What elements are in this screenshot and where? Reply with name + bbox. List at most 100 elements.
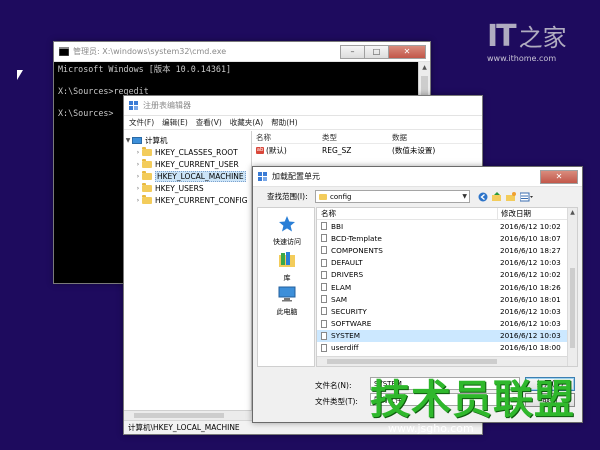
- expand-icon[interactable]: ›: [134, 185, 142, 192]
- file-date: 2016/6/12 10:02: [500, 270, 561, 280]
- back-icon[interactable]: [478, 192, 488, 202]
- file-name: BCD-Template: [331, 233, 382, 243]
- column-data[interactable]: 数据: [392, 132, 482, 143]
- close-button[interactable]: ✕: [540, 169, 578, 184]
- folder-icon: [319, 193, 327, 200]
- file-icon: [321, 319, 327, 328]
- dialog-title: 加载配置单元: [272, 172, 320, 181]
- maximize-button[interactable]: □: [364, 44, 388, 59]
- file-date: 2016/6/12 10:03: [500, 258, 561, 268]
- menu-help[interactable]: 帮助(H): [270, 117, 299, 128]
- dialog-titlebar[interactable]: 加载配置单元 ✕: [253, 167, 582, 187]
- file-row[interactable]: DRIVERS 2016/6/12 10:02: [317, 269, 577, 281]
- column-name[interactable]: 名称 ⌃: [317, 208, 497, 219]
- file-row[interactable]: DEFAULT 2016/6/12 10:03: [317, 257, 577, 269]
- watermark-logo-zh: 之家: [518, 24, 567, 52]
- tree-node-computer[interactable]: ▼ 计算机: [124, 134, 251, 146]
- expand-icon[interactable]: ›: [134, 197, 142, 204]
- folder-icon: [142, 158, 152, 168]
- file-date: 2016/6/12 10:03: [500, 319, 561, 329]
- file-row[interactable]: BBI 2016/6/12 10:02: [317, 220, 577, 232]
- minimize-button[interactable]: –: [340, 44, 364, 59]
- scroll-up-icon[interactable]: ▲: [419, 62, 430, 74]
- file-row[interactable]: SECURITY 2016/6/12 10:03: [317, 305, 577, 317]
- values-header: 名称 类型 数据: [252, 131, 482, 144]
- string-value-icon: ab: [256, 146, 264, 154]
- tree-node-label: HKEY_USERS: [155, 183, 204, 193]
- regedit-titlebar[interactable]: 注册表编辑器: [124, 96, 482, 116]
- tree-node-hklm[interactable]: › HKEY_LOCAL_MACHINE: [124, 170, 251, 182]
- expand-icon[interactable]: ›: [134, 149, 142, 156]
- menu-file[interactable]: 文件(F): [128, 117, 155, 128]
- place-libraries[interactable]: 库: [258, 252, 316, 283]
- tree-hscrollbar[interactable]: [124, 410, 252, 420]
- up-folder-icon[interactable]: [492, 192, 502, 202]
- file-row[interactable]: userdiff 2016/6/10 18:00: [317, 342, 577, 354]
- scroll-thumb[interactable]: [327, 359, 497, 364]
- column-date[interactable]: 修改日期: [497, 208, 577, 219]
- new-folder-icon[interactable]: [506, 192, 516, 202]
- jsgho-watermark: 技术员联盟 www.jsgho.com: [370, 378, 580, 436]
- expand-icon[interactable]: ›: [134, 161, 142, 168]
- registry-tree[interactable]: ▼ 计算机 › HKEY_CLASSES_ROOT › HKEY_CURRENT…: [124, 131, 252, 420]
- file-date: 2016/6/10 18:27: [500, 245, 561, 255]
- tree-node-hku[interactable]: › HKEY_USERS: [124, 182, 251, 194]
- place-label: 此电脑: [276, 308, 298, 316]
- value-name: (默认): [266, 145, 287, 155]
- regedit-menubar: 文件(F) 编辑(E) 查看(V) 收藏夹(A) 帮助(H): [124, 116, 482, 130]
- column-name-label: 名称: [321, 209, 336, 218]
- file-list[interactable]: 名称 ⌃ 修改日期 BBI 2016/6/12 10:02 BCD-Template…: [316, 207, 578, 367]
- file-row[interactable]: SOFTWARE 2016/6/12 10:03: [317, 318, 577, 330]
- console-line: Microsoft Windows [版本 10.0.14361]: [58, 64, 232, 74]
- file-icon: [321, 283, 327, 292]
- file-icon: [321, 246, 327, 255]
- menu-view[interactable]: 查看(V): [195, 117, 223, 128]
- file-row[interactable]: BCD-Template 2016/6/10 18:07: [317, 232, 577, 244]
- folder-icon: [142, 194, 152, 204]
- close-button[interactable]: ✕: [388, 44, 426, 59]
- file-row[interactable]: ELAM 2016/6/10 18:26: [317, 281, 577, 293]
- scroll-up-icon[interactable]: ▲: [568, 208, 577, 218]
- file-icon: [321, 343, 327, 352]
- file-list-vscrollbar[interactable]: ▲: [567, 208, 577, 366]
- chevron-down-icon[interactable]: ▼: [462, 193, 467, 200]
- view-menu-icon[interactable]: [520, 192, 534, 202]
- tree-node-hkcc[interactable]: › HKEY_CURRENT_CONFIG: [124, 194, 251, 206]
- regedit-title: 注册表编辑器: [143, 101, 191, 110]
- scroll-thumb[interactable]: [134, 413, 224, 418]
- value-row[interactable]: ab (默认) REG_SZ (数值未设置): [252, 144, 482, 156]
- expand-icon[interactable]: ›: [134, 173, 142, 180]
- watermark-url: www.jsgho.com: [388, 422, 474, 435]
- file-list-hscrollbar[interactable]: [317, 356, 567, 366]
- place-this-pc[interactable]: 此电脑: [258, 286, 316, 317]
- watermark-logo-it: IT: [487, 19, 517, 54]
- file-row[interactable]: COMPONENTS 2016/6/10 18:27: [317, 244, 577, 256]
- place-quick-access[interactable]: 快速访问: [258, 216, 316, 247]
- cmd-titlebar[interactable]: 管理员: X:\windows\system32\cmd.exe – □ ✕: [54, 42, 430, 62]
- file-date: 2016/6/12 10:03: [500, 331, 561, 341]
- file-name: DRIVERS: [331, 270, 364, 280]
- file-name: SOFTWARE: [331, 319, 372, 329]
- watermark-url: www.ithome.com: [487, 54, 557, 63]
- scroll-thumb[interactable]: [570, 268, 575, 348]
- file-icon: [321, 295, 327, 304]
- column-name[interactable]: 名称: [252, 132, 322, 143]
- file-icon: [321, 307, 327, 316]
- file-row-selected[interactable]: SYSTEM 2016/6/12 10:03: [317, 329, 577, 342]
- value-data: (数值未设置): [392, 145, 436, 155]
- lookin-combobox[interactable]: config ▼: [315, 190, 470, 203]
- computer-icon: [132, 136, 142, 144]
- file-icon: [321, 270, 327, 279]
- tree-node-hkcr[interactable]: › HKEY_CLASSES_ROOT: [124, 146, 251, 158]
- collapse-icon[interactable]: ▼: [124, 137, 132, 144]
- file-icon: [321, 222, 327, 231]
- file-name: SYSTEM: [331, 331, 361, 341]
- menu-favorites[interactable]: 收藏夹(A): [229, 117, 264, 128]
- column-type[interactable]: 类型: [322, 132, 392, 143]
- file-row[interactable]: SAM 2016/6/10 18:01: [317, 293, 577, 305]
- file-name: COMPONENTS: [331, 245, 383, 255]
- tree-node-hkcu[interactable]: › HKEY_CURRENT_USER: [124, 158, 251, 170]
- file-date: 2016/6/10 18:00: [500, 343, 561, 353]
- menu-edit[interactable]: 编辑(E): [161, 117, 189, 128]
